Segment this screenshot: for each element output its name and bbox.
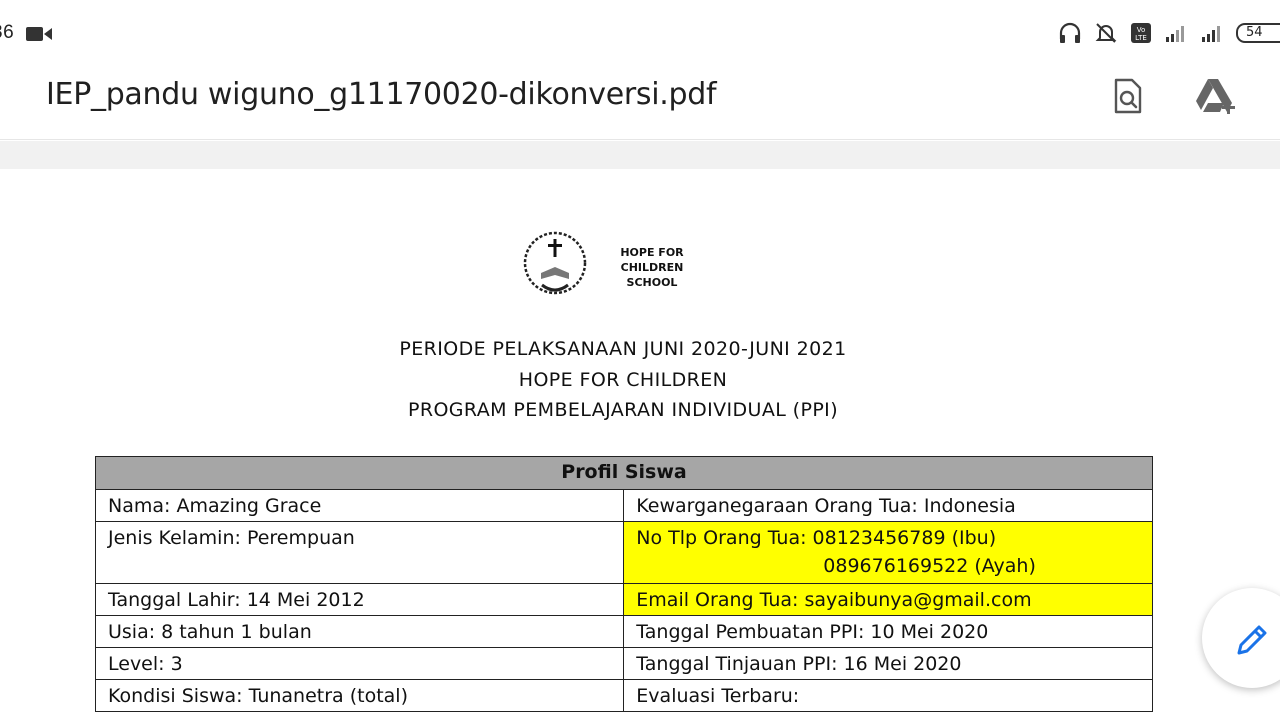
table-cell: Evaluasi Terbaru:	[623, 679, 1153, 712]
parent-phone-line1: No Tlp Orang Tua: 08123456789 (Ibu)	[636, 527, 997, 549]
table-cell: Usia: 8 tahun 1 bulan	[94, 615, 625, 648]
table-header-row: Profil Siswa	[95, 456, 1153, 490]
viewer-page-gap	[0, 141, 1280, 169]
table-cell: Kewarganegaraan Orang Tua: Indonesia	[623, 489, 1153, 522]
table-row: Nama: Amazing Grace Kewarganegaraan Oran…	[94, 489, 1153, 522]
signal-icon	[1164, 23, 1188, 43]
add-to-drive-icon	[1196, 79, 1235, 114]
heading-program: PROGRAM PEMBELAJARAN INDIVIDUAL (PPI)	[407, 399, 839, 421]
app-bar: IEP_pandu wiguno_g11170020-dikonversi.pd…	[0, 66, 1280, 140]
table-header: Profil Siswa	[95, 456, 1153, 490]
search-document-button[interactable]	[1108, 76, 1148, 116]
heading-school: HOPE FOR CHILDREN	[518, 369, 728, 391]
status-bar: 36 VoLTE 54	[0, 0, 1280, 66]
table-row: Level: 3 Tanggal Tinjauan PPI: 16 Mei 20…	[94, 647, 1153, 680]
mute-icon	[1094, 21, 1118, 45]
table-cell: Tanggal Tinjauan PPI: 16 Mei 2020	[623, 647, 1153, 680]
table-row: Usia: 8 tahun 1 bulan Tanggal Pembuatan …	[94, 615, 1153, 648]
battery-icon: 54	[1236, 23, 1280, 43]
video-camera-icon	[26, 25, 52, 48]
school-logo-text: HOPE FOR CHILDREN SCHOOL	[592, 245, 712, 290]
parent-phone-line2: 089676169522 (Ayah)	[823, 555, 1036, 577]
signal-icon	[1200, 23, 1224, 43]
svg-text:Vo: Vo	[1137, 26, 1146, 34]
table-cell: Kondisi Siswa: Tunanetra (total)	[94, 679, 625, 712]
search-document-icon	[1114, 78, 1142, 114]
heading-period: PERIODE PELAKSANAAN JUNI 2020-JUNI 2021	[399, 338, 847, 360]
table-cell: Tanggal Pembuatan PPI: 10 Mei 2020	[623, 615, 1153, 648]
table-row: Tanggal Lahir: 14 Mei 2012 Email Orang T…	[94, 583, 1153, 616]
school-logo: HOPE FOR CHILDREN SCHOOL	[520, 229, 720, 299]
logo-text-line2: SCHOOL	[626, 276, 678, 289]
table-cell: Tanggal Lahir: 14 Mei 2012	[94, 583, 625, 616]
status-icons: Vo LTE 54	[1058, 20, 1280, 46]
table-row: Kondisi Siswa: Tunanetra (total) Evaluas…	[94, 679, 1153, 712]
pdf-page[interactable]: HOPE FOR CHILDREN SCHOOL PERIODE PELAKSA…	[0, 169, 1280, 720]
logo-text-line1: HOPE FOR CHILDREN	[620, 246, 684, 274]
student-profile-table: Profil Siswa Nama: Amazing Grace Kewarga…	[94, 456, 1153, 712]
table-row: Jenis Kelamin: Perempuan No Tlp Orang Tu…	[94, 521, 1153, 584]
add-to-drive-button[interactable]	[1194, 76, 1238, 116]
table-cell-highlighted: No Tlp Orang Tua: 08123456789 (Ibu) 0896…	[623, 521, 1153, 584]
table-cell: Nama: Amazing Grace	[94, 489, 625, 522]
svg-text:LTE: LTE	[1135, 34, 1147, 42]
volte-icon: Vo LTE	[1130, 22, 1152, 44]
table-cell-highlighted: Email Orang Tua: sayaibunya@gmail.com	[623, 583, 1153, 616]
school-emblem-icon	[523, 231, 587, 295]
headphones-icon	[1058, 21, 1082, 45]
document-title: IEP_pandu wiguno_g11170020-dikonversi.pd…	[46, 77, 717, 112]
status-time: 36	[0, 22, 15, 43]
table-cell: Level: 3	[94, 647, 625, 680]
edit-pencil-icon	[1237, 625, 1267, 655]
table-cell: Jenis Kelamin: Perempuan	[94, 521, 625, 584]
